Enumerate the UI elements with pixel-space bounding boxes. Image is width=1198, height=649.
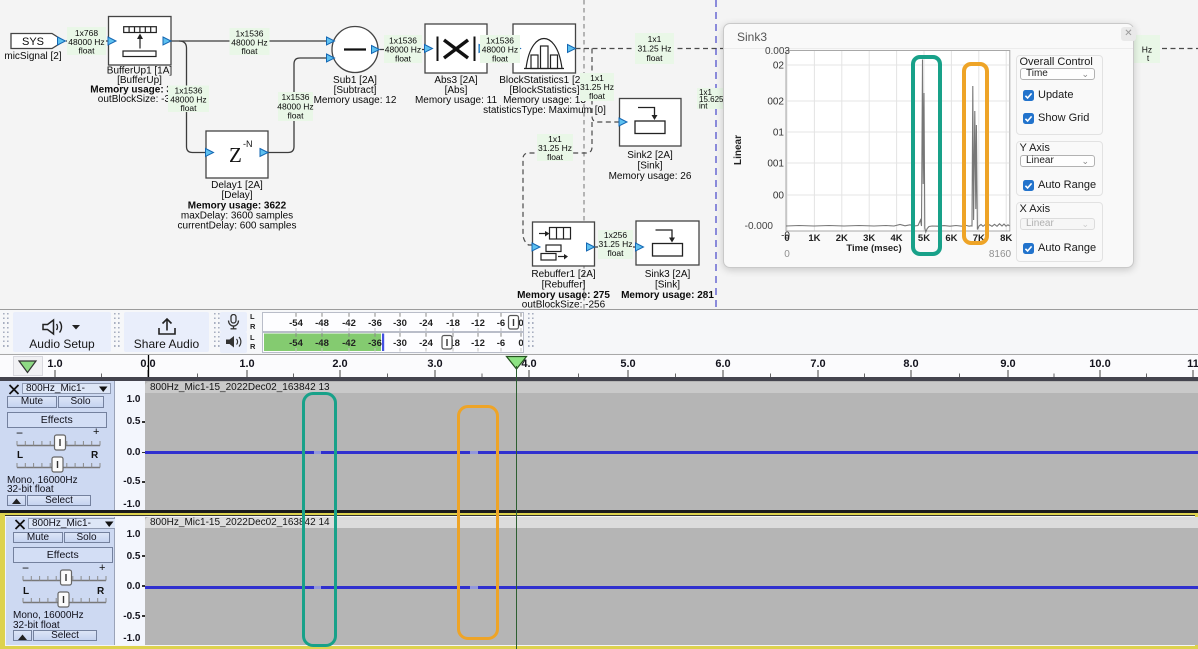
svg-text:-N: -N [243,139,253,149]
svg-text:Memory usage: 26: Memory usage: 26 [609,171,692,182]
svg-text:1x1: 1x1 [648,34,662,44]
svg-text:Rebuffer1 [2A]: Rebuffer1 [2A] [531,269,596,280]
svg-text:float: float [547,152,564,162]
svg-text:statisticsType: Maximum [0]: statisticsType: Maximum [0] [483,105,606,116]
svg-text:8160: 8160 [989,249,1012,260]
svg-text:float: float [287,111,304,121]
svg-text:1K: 1K [808,233,820,244]
svg-text:-48: -48 [315,318,329,329]
svg-text:02: 02 [773,61,785,72]
svg-text:-42: -42 [342,338,356,349]
svg-text:float: float [492,54,509,64]
svg-text:-0.000: -0.000 [745,221,774,232]
svg-text:Sink2 [2A]: Sink2 [2A] [627,150,673,161]
svg-text:-18: -18 [446,318,460,329]
svg-text:-48: -48 [315,338,329,349]
svg-text:0: 0 [518,338,523,349]
svg-text:float: float [241,46,258,56]
svg-text:6K: 6K [945,233,957,244]
svg-text:001: 001 [767,159,784,170]
svg-text:-42: -42 [342,318,356,329]
svg-text:0: 0 [784,233,789,244]
svg-text:1x1536: 1x1536 [282,92,310,102]
svg-text:002: 002 [767,97,784,108]
svg-text:float: float [180,103,197,113]
svg-text:-12: -12 [471,318,485,329]
svg-text:-30: -30 [393,318,407,329]
svg-text:[Delay]: [Delay] [221,190,252,201]
svg-text:Z: Z [229,143,242,167]
svg-text:-36: -36 [368,318,382,329]
svg-text:-24: -24 [419,318,433,329]
svg-text:Sink3 [2A]: Sink3 [2A] [645,269,691,280]
svg-text:float: float [646,53,663,63]
svg-text:31.25 Hz: 31.25 Hz [637,44,671,54]
svg-text:[Rebuffer]: [Rebuffer] [542,280,586,291]
svg-text:00: 00 [773,191,785,202]
svg-text:float: float [589,91,606,101]
svg-text:SYS: SYS [22,36,44,48]
svg-text:0.003: 0.003 [765,46,790,57]
svg-text:float: float [607,248,624,258]
svg-text:-24: -24 [419,338,433,349]
svg-text:-6: -6 [497,338,505,349]
svg-text:-12: -12 [471,338,485,349]
svg-text:micSignal [2]: micSignal [2] [4,51,61,62]
svg-text:Time (msec): Time (msec) [846,243,901,254]
svg-text:-54: -54 [289,338,303,349]
svg-text:01: 01 [773,128,785,139]
svg-text:Memory usage: 281: Memory usage: 281 [621,290,714,301]
svg-text:-6: -6 [497,318,505,329]
svg-text:[Sink]: [Sink] [637,161,662,172]
svg-text:float: float [78,46,95,56]
svg-text:currentDelay: 600 samples: currentDelay: 600 samples [178,221,297,232]
svg-text:Linear: Linear [733,135,744,165]
svg-text:float: float [395,54,412,64]
svg-text:0: 0 [784,249,790,260]
svg-text:-36: -36 [368,338,382,349]
svg-text:Memory usage: 12: Memory usage: 12 [314,95,397,106]
svg-text:[Sink]: [Sink] [655,280,680,291]
svg-text:8K: 8K [1000,233,1012,244]
svg-text:int: int [699,102,708,111]
svg-text:-54: -54 [289,318,303,329]
svg-text:-30: -30 [393,338,407,349]
